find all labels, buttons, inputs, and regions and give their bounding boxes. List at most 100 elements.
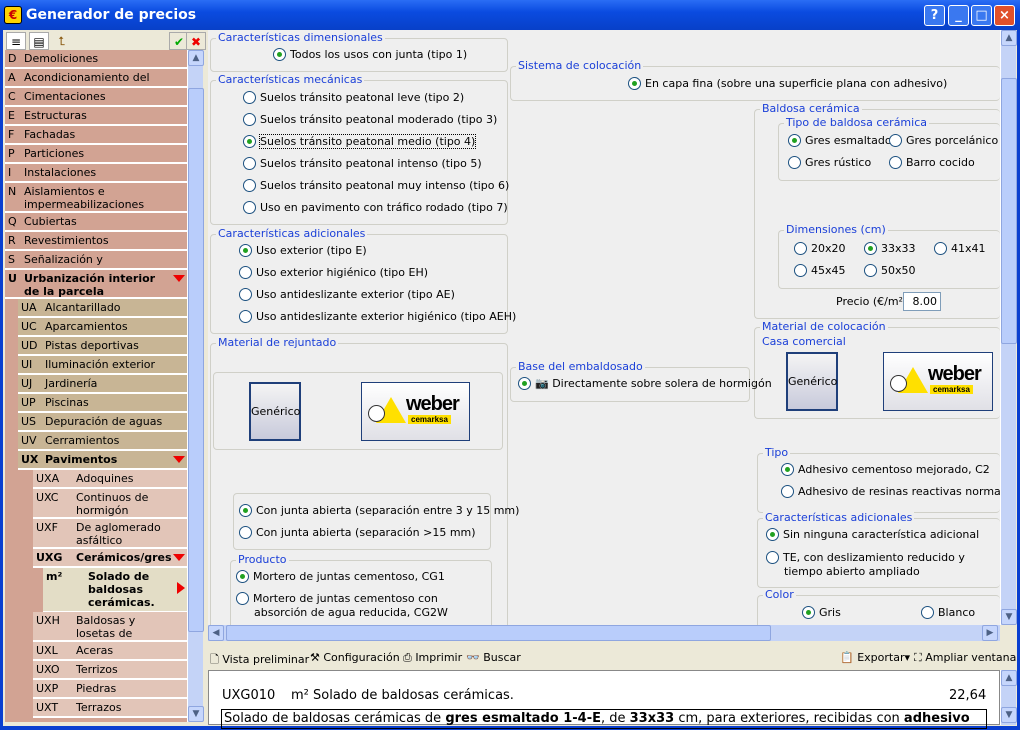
radio-producto-option[interactable]: Mortero de juntas cementoso, CG1	[236, 570, 445, 584]
main-horizontal-scrollbar[interactable]: ◀ ▶	[208, 625, 1000, 641]
maximize-button[interactable]: □	[971, 5, 992, 26]
radio-adic-option[interactable]: Uso antideslizante exterior higiénico (t…	[239, 310, 516, 324]
report-scrollbar[interactable]: ▲ ▼	[1000, 670, 1017, 725]
tree-item-uv[interactable]: UV Cerramientos	[18, 432, 187, 451]
radio-adic2-option[interactable]: Sin ninguna característica adicional	[766, 528, 979, 542]
generic-colocacion-button[interactable]: Genérico	[786, 352, 838, 411]
weber-brand-button[interactable]: weber cemarksa	[361, 382, 470, 441]
scroll-right-button[interactable]: ▶	[982, 625, 998, 641]
tree-item-uj[interactable]: UJ Jardinería	[18, 375, 187, 394]
tree-item-ud[interactable]: UD Pistas deportivas	[18, 337, 187, 356]
scroll-thumb[interactable]	[1001, 78, 1017, 344]
scroll-up-button[interactable]: ▲	[188, 50, 204, 66]
radio-dimension[interactable]: 41x41	[934, 242, 986, 256]
main-vertical-scrollbar[interactable]: ▲ ▼	[1000, 30, 1017, 625]
generic-brand-button[interactable]: Genérico	[249, 382, 301, 441]
radio-dim-option[interactable]: Todos los usos con junta (tipo 1)	[273, 48, 467, 62]
scroll-thumb[interactable]	[188, 88, 204, 632]
arrow-right-icon[interactable]	[177, 582, 185, 594]
cancel-icon[interactable]: ✖	[186, 32, 206, 50]
expand-window-button[interactable]: ⛶ Ampliar ventana	[914, 651, 1016, 665]
tree-view-icon[interactable]: ≡	[6, 32, 26, 50]
list-view-icon[interactable]: ▤	[29, 32, 49, 50]
radio-adic-option[interactable]: Uso antideslizante exterior (tipo AE)	[239, 288, 455, 302]
tree-item-uxl[interactable]: UXL Aceras	[33, 642, 187, 661]
preview-button[interactable]: 🗋 Vista preliminar	[210, 651, 309, 670]
tree-item-ua[interactable]: UA Alcantarillado	[18, 299, 187, 318]
radio-adic2-option[interactable]: TE, con deslizamiento reducido y tiempo …	[766, 551, 1000, 579]
tree-item-i[interactable]: I Instalaciones	[5, 164, 187, 183]
export-button[interactable]: 📋 Exportar▾	[840, 651, 910, 664]
minimize-button[interactable]: _	[948, 5, 969, 26]
tree-item-e[interactable]: E Estructuras	[5, 107, 187, 126]
scroll-down-button[interactable]: ▼	[188, 706, 204, 722]
radio-tipo-adhesivo[interactable]: Adhesivo de resinas reactivas normal, R1	[781, 485, 1000, 499]
scroll-down-button[interactable]: ▼	[1001, 609, 1017, 625]
radio-junta-option[interactable]: Con junta abierta (separación >15 mm)	[239, 526, 476, 540]
tree-item-ui[interactable]: UI Iluminación exterior	[18, 356, 187, 375]
tree-item-c[interactable]: C Cimentaciones	[5, 88, 187, 107]
radio-dimension[interactable]: 50x50	[864, 264, 916, 278]
tree-item-uxg[interactable]: UXG Cerámicos/gres	[33, 549, 187, 568]
radio-tipo-baldosa[interactable]: Gres rústico	[788, 156, 871, 170]
tree-item-n[interactable]: N Aislamientos e impermeabilizaciones	[5, 183, 187, 213]
radio-mec-option[interactable]: Suelos tránsito peatonal muy intenso (ti…	[243, 179, 509, 193]
up-level-icon[interactable]: ⮤	[52, 32, 72, 50]
expand-down-icon[interactable]	[173, 456, 185, 463]
radio-tipo-baldosa[interactable]: Gres esmaltado	[788, 134, 892, 148]
tree-item-uxc[interactable]: UXC Continuos de hormigón	[33, 489, 187, 519]
tree-item-p[interactable]: P Particiones	[5, 145, 187, 164]
radio-tipo-baldosa[interactable]: Barro cocido	[889, 156, 975, 170]
scroll-left-button[interactable]: ◀	[208, 625, 224, 641]
radio-mec-option[interactable]: Suelos tránsito peatonal medio (tipo 4)	[243, 134, 477, 149]
weber-colocacion-button[interactable]: weber cemarksa	[883, 352, 993, 411]
radio-color[interactable]: Blanco	[921, 606, 975, 620]
tree-item-r[interactable]: R Revestimientos	[5, 232, 187, 251]
scroll-thumb[interactable]	[226, 625, 771, 641]
sidebar-scrollbar[interactable]: ▲ ▼	[187, 50, 204, 722]
tree-item-uxp[interactable]: UXP Piedras naturales	[33, 680, 187, 699]
tree-item-f[interactable]: F Fachadas	[5, 126, 187, 145]
tree-item-a[interactable]: A Acondicionamiento del Terreno	[5, 69, 187, 88]
radio-dimension[interactable]: 20x20	[794, 242, 846, 256]
tree-item-d[interactable]: D Demoliciones	[5, 50, 187, 69]
search-button[interactable]: 👓 Buscar	[466, 651, 521, 664]
help-button[interactable]: ?	[924, 5, 945, 26]
expand-down-icon[interactable]	[173, 554, 185, 561]
radio-tipo-adhesivo[interactable]: Adhesivo cementoso mejorado, C2	[781, 463, 990, 477]
radio-color[interactable]: Gris	[802, 606, 841, 620]
tree-item-q[interactable]: Q Cubiertas	[5, 213, 187, 232]
price-input[interactable]: 8.00	[903, 292, 941, 311]
radio-tipo-baldosa[interactable]: Gres porcelánico	[889, 134, 998, 148]
tree-item-uxh[interactable]: UXH Baldosas y losetas de hormigón	[33, 612, 187, 642]
radio-sistema-option[interactable]: En capa fina (sobre una superficie plana…	[628, 77, 947, 91]
tree-item-s[interactable]: S Señalización y equipamiento	[5, 251, 187, 270]
tree-item-uxo[interactable]: UXO Terrizos	[33, 661, 187, 680]
scroll-up-button[interactable]: ▲	[1001, 30, 1017, 46]
print-button[interactable]: ⎙ Imprimir	[403, 651, 462, 665]
tree-item-u[interactable]: U Urbanización interior de la parcela	[5, 270, 187, 299]
radio-dimension[interactable]: 33x33	[864, 242, 916, 256]
radio-adic-option[interactable]: Uso exterior higiénico (tipo EH)	[239, 266, 428, 280]
tree-item-up[interactable]: UP Piscinas	[18, 394, 187, 413]
radio-mec-option[interactable]: Uso en pavimento con tráfico rodado (tip…	[243, 201, 508, 215]
radio-junta-option[interactable]: Con junta abierta (separación entre 3 y …	[239, 504, 519, 518]
radio-adic-option[interactable]: Uso exterior (tipo E)	[239, 244, 367, 258]
radio-base-option[interactable]: 📷 Directamente sobre solera de hormigón	[518, 377, 772, 391]
radio-mec-option[interactable]: Suelos tránsito peatonal intenso (tipo 5…	[243, 157, 482, 171]
radio-dimension[interactable]: 45x45	[794, 264, 846, 278]
tree-item-us[interactable]: US Depuración de aguas	[18, 413, 187, 432]
tree-item-uc[interactable]: UC Aparcamientos	[18, 318, 187, 337]
scroll-up-button[interactable]: ▲	[1001, 670, 1017, 686]
tree-item-m2[interactable]: m² Solado de baldosas cerámicas.	[43, 568, 187, 613]
radio-mec-option[interactable]: Suelos tránsito peatonal leve (tipo 2)	[243, 91, 464, 105]
tree-item-uxt[interactable]: UXT Terrazos	[33, 699, 187, 718]
radio-producto-option[interactable]: Mortero de juntas cementoso con absorció…	[236, 592, 491, 620]
scroll-down-button[interactable]: ▼	[1001, 707, 1017, 723]
tree-item-uxf[interactable]: UXF De aglomerado asfáltico	[33, 519, 187, 549]
tree-item-uxa[interactable]: UXA Adoquines	[33, 470, 187, 489]
radio-mec-option[interactable]: Suelos tránsito peatonal moderado (tipo …	[243, 113, 497, 127]
tree-item-ux[interactable]: UX Pavimentos exteriores	[18, 451, 187, 470]
close-button[interactable]: ×	[994, 5, 1015, 26]
expand-down-icon[interactable]	[173, 275, 185, 282]
